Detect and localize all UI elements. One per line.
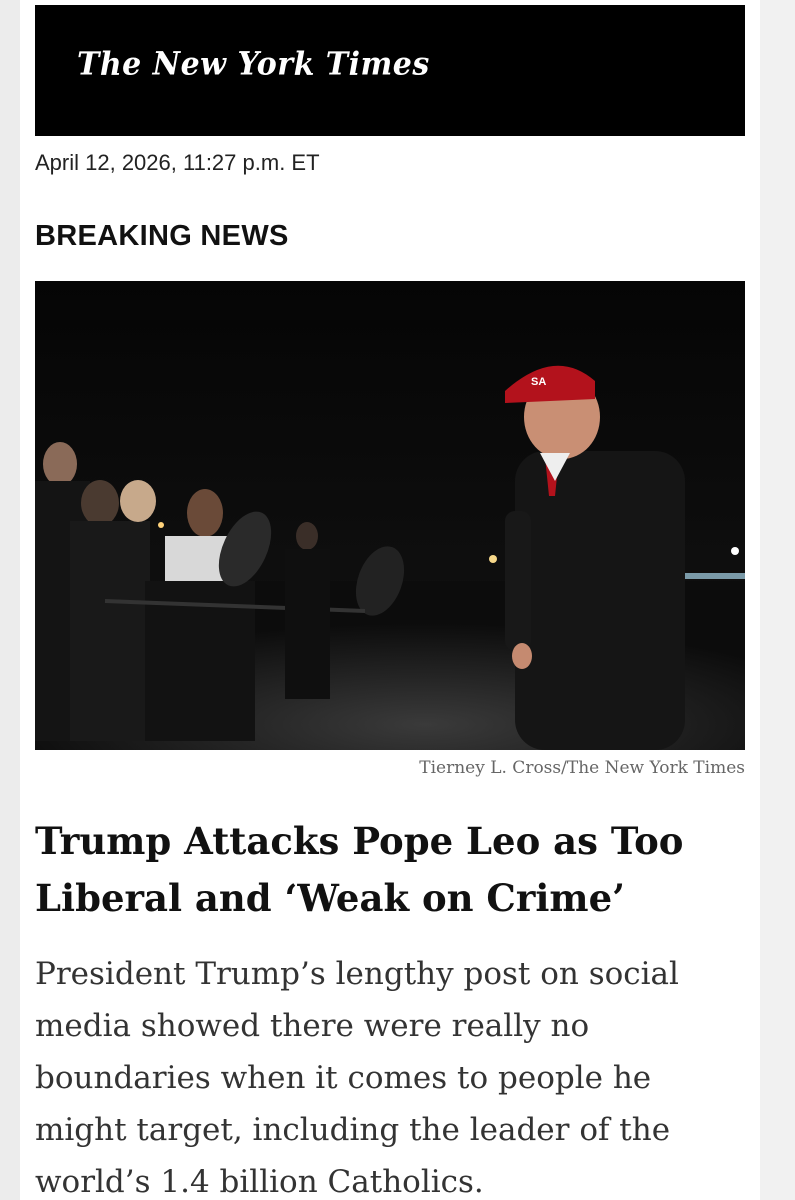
dateline: April 12, 2026, 11:27 p.m. ET [35,150,320,175]
article-summary: President Trump’s lengthy post on social… [35,956,679,1200]
lead-photo-illustration: SA [35,281,745,750]
right-gutter [760,0,795,1200]
lead-photo[interactable]: SA [35,281,745,750]
svg-text:SA: SA [531,376,546,388]
masthead[interactable]: The New York Times [35,5,745,136]
article-headline[interactable]: Trump Attacks Pope Leo as Too Liberal an… [35,813,735,927]
breaking-news-kicker: BREAKING NEWS [35,220,289,252]
photo-credit: Tierney L. Cross/The New York Times [419,758,745,778]
nyt-logo[interactable]: The New York Times [77,46,430,83]
page: The New York Times April 12, 2026, 11:27… [0,0,795,1200]
